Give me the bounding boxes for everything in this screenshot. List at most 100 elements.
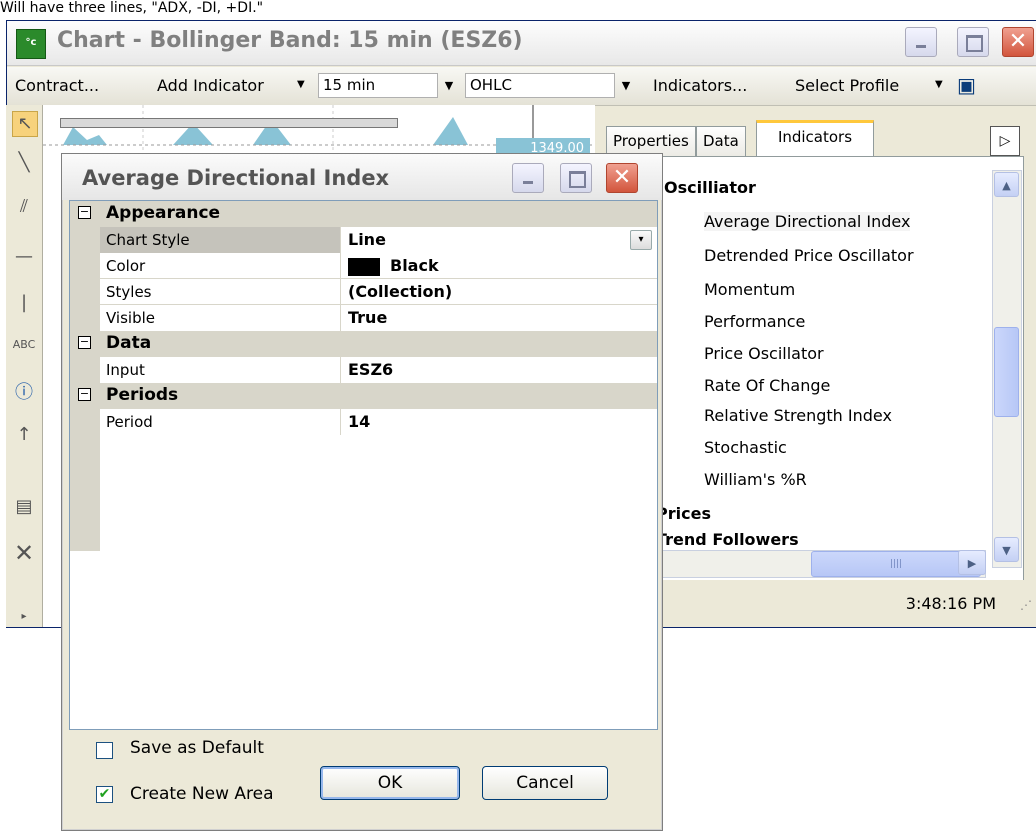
collapse-icon[interactable]: − <box>78 388 91 401</box>
hscroll-thumb[interactable]: |||| <box>811 551 981 577</box>
list-item[interactable]: Relative Strength Index <box>704 406 892 425</box>
list-category[interactable]: Trend Followers <box>656 530 799 546</box>
window-title: Chart - Bollinger Band: 15 min (ESZ6) <box>57 28 523 53</box>
interval-combo[interactable]: 15 min <box>318 73 438 98</box>
vertical-line-icon[interactable]: | <box>12 291 36 315</box>
property-name: Color <box>106 257 146 275</box>
property-value[interactable]: True <box>348 308 387 327</box>
column-divider <box>340 409 341 435</box>
list-category[interactable]: Prices <box>656 504 711 523</box>
property-value[interactable]: Black <box>390 256 439 275</box>
save-icon[interactable]: ▣ <box>957 73 976 97</box>
category-label: Periods <box>106 385 179 405</box>
window-titlebar[interactable]: °c Chart - Bollinger Band: 15 min (ESZ6)… <box>7 21 1036 66</box>
save-default-label: Save as Default <box>130 738 264 758</box>
indicator-dialog: Average Directional Index ✕ − Appearance… <box>61 153 663 831</box>
dialog-titlebar[interactable]: Average Directional Index ✕ <box>62 154 662 200</box>
caption-text: Will have three lines, "ADX, -DI, +DI." <box>0 0 264 16</box>
dialog-title: Average Directional Index <box>82 166 390 190</box>
dialog-close-button[interactable]: ✕ <box>606 163 638 193</box>
cancel-button[interactable]: Cancel <box>482 766 608 800</box>
collapse-icon[interactable]: − <box>78 206 91 219</box>
text-tool-icon[interactable]: ABC <box>12 333 36 357</box>
category-row[interactable]: − Data <box>70 331 657 357</box>
line-tool-icon[interactable]: ╲ <box>12 151 36 175</box>
property-row[interactable]: Visible True <box>70 305 657 331</box>
panel-toggle-icon[interactable]: ▷ <box>990 126 1020 156</box>
property-row[interactable]: Period 14 <box>70 409 657 435</box>
list-item[interactable]: Detrended Price Oscillator <box>704 246 914 265</box>
chart-scrollbar[interactable] <box>60 118 398 128</box>
scroll-right-icon[interactable]: ▶ <box>958 550 986 575</box>
interval-dropdown-icon[interactable]: ▼ <box>440 73 458 98</box>
property-row[interactable]: Chart Style Line ▾ <box>70 227 657 253</box>
chart-app-icon: °c <box>16 29 46 59</box>
create-area-label: Create New Area <box>130 784 274 804</box>
dialog-minimize-button[interactable] <box>512 163 544 193</box>
indicators-button[interactable]: Indicators... <box>653 76 747 95</box>
list-item[interactable]: Rate Of Change <box>704 376 830 395</box>
scroll-up-icon[interactable]: ▲ <box>994 172 1019 197</box>
create-area-checkbox[interactable]: ✔ <box>96 786 113 803</box>
chart-type-dropdown-icon[interactable]: ▼ <box>617 73 635 98</box>
ok-button[interactable]: OK <box>320 766 460 800</box>
list-item[interactable]: Momentum <box>704 280 795 299</box>
property-row[interactable]: Color Black <box>70 253 657 279</box>
scroll-thumb[interactable] <box>994 327 1019 417</box>
property-name: Chart Style <box>106 231 190 249</box>
info-icon[interactable]: ⓘ <box>12 381 36 405</box>
category-row[interactable]: − Appearance <box>70 201 657 227</box>
profile-chevron-icon[interactable]: ▼ <box>935 79 943 90</box>
property-grid: − Appearance Chart Style Line ▾ Color Bl… <box>69 200 658 730</box>
close-button[interactable]: ✕ <box>1002 27 1034 57</box>
property-row[interactable]: Styles (Collection) <box>70 279 657 305</box>
property-row[interactable]: Input ESZ6 <box>70 357 657 383</box>
list-category[interactable]: Oscilliator <box>664 178 756 197</box>
chart-type-combo[interactable]: OHLC <box>465 73 615 98</box>
add-indicator-menu[interactable]: Add Indicator <box>157 76 264 95</box>
drawing-toolbar: ↖ ╲ ⫽ — | ABC ⓘ ↑ ▤ ✕ ▸ <box>6 105 43 627</box>
category-label: Appearance <box>106 203 221 223</box>
resize-grip-icon[interactable]: ⋰ <box>1020 598 1032 612</box>
property-value[interactable]: 14 <box>348 412 370 431</box>
save-default-checkbox[interactable] <box>96 742 113 759</box>
dialog-maximize-button[interactable] <box>560 163 592 193</box>
category-label: Data <box>106 333 152 353</box>
column-divider <box>340 305 341 331</box>
list-item[interactable]: William's %R <box>704 470 807 489</box>
expand-toolbar-icon[interactable]: ▸ <box>12 605 36 629</box>
parallel-lines-icon[interactable]: ⫽ <box>12 195 36 219</box>
category-row[interactable]: − Periods <box>70 383 657 409</box>
properties-icon[interactable]: ▤ <box>12 495 36 519</box>
property-value[interactable]: Line <box>348 230 386 249</box>
list-item[interactable]: Price Oscillator <box>704 344 824 363</box>
tab-properties[interactable]: Properties <box>606 126 696 156</box>
maximize-button[interactable] <box>957 27 989 57</box>
property-value[interactable]: ESZ6 <box>348 360 393 379</box>
property-value[interactable]: (Collection) <box>348 282 452 301</box>
list-vertical-scrollbar[interactable]: ▲ ▼ <box>992 170 1022 568</box>
list-item[interactable]: Average Directional Index <box>704 212 911 231</box>
property-name: Visible <box>106 309 155 327</box>
chevron-down-icon[interactable]: ▼ <box>297 79 305 90</box>
horizontal-line-icon[interactable]: — <box>12 245 36 269</box>
delete-icon[interactable]: ✕ <box>12 541 36 565</box>
pointer-icon[interactable]: ↖ <box>12 111 38 137</box>
arrow-up-icon[interactable]: ↑ <box>12 423 36 447</box>
collapse-icon[interactable]: − <box>78 336 91 349</box>
scroll-down-icon[interactable]: ▼ <box>994 537 1019 562</box>
list-horizontal-scrollbar[interactable]: |||| <box>660 550 986 578</box>
minimize-button[interactable] <box>905 27 937 57</box>
contract-menu[interactable]: Contract... <box>15 76 99 95</box>
color-swatch <box>348 258 380 276</box>
status-bar: 3:48:16 PM ⋰ <box>598 580 1036 626</box>
tab-indicators[interactable]: Indicators <box>756 120 874 156</box>
list-item[interactable]: Stochastic <box>704 438 787 457</box>
tab-data[interactable]: Data <box>696 126 746 156</box>
column-divider <box>340 357 341 383</box>
column-divider <box>340 253 341 279</box>
toolbar: Contract... Add Indicator ▼ 15 min ▼ OHL… <box>7 67 1036 106</box>
select-profile-menu[interactable]: Select Profile <box>795 76 899 95</box>
list-item[interactable]: Performance <box>704 312 805 331</box>
chevron-down-icon[interactable]: ▾ <box>630 230 652 250</box>
